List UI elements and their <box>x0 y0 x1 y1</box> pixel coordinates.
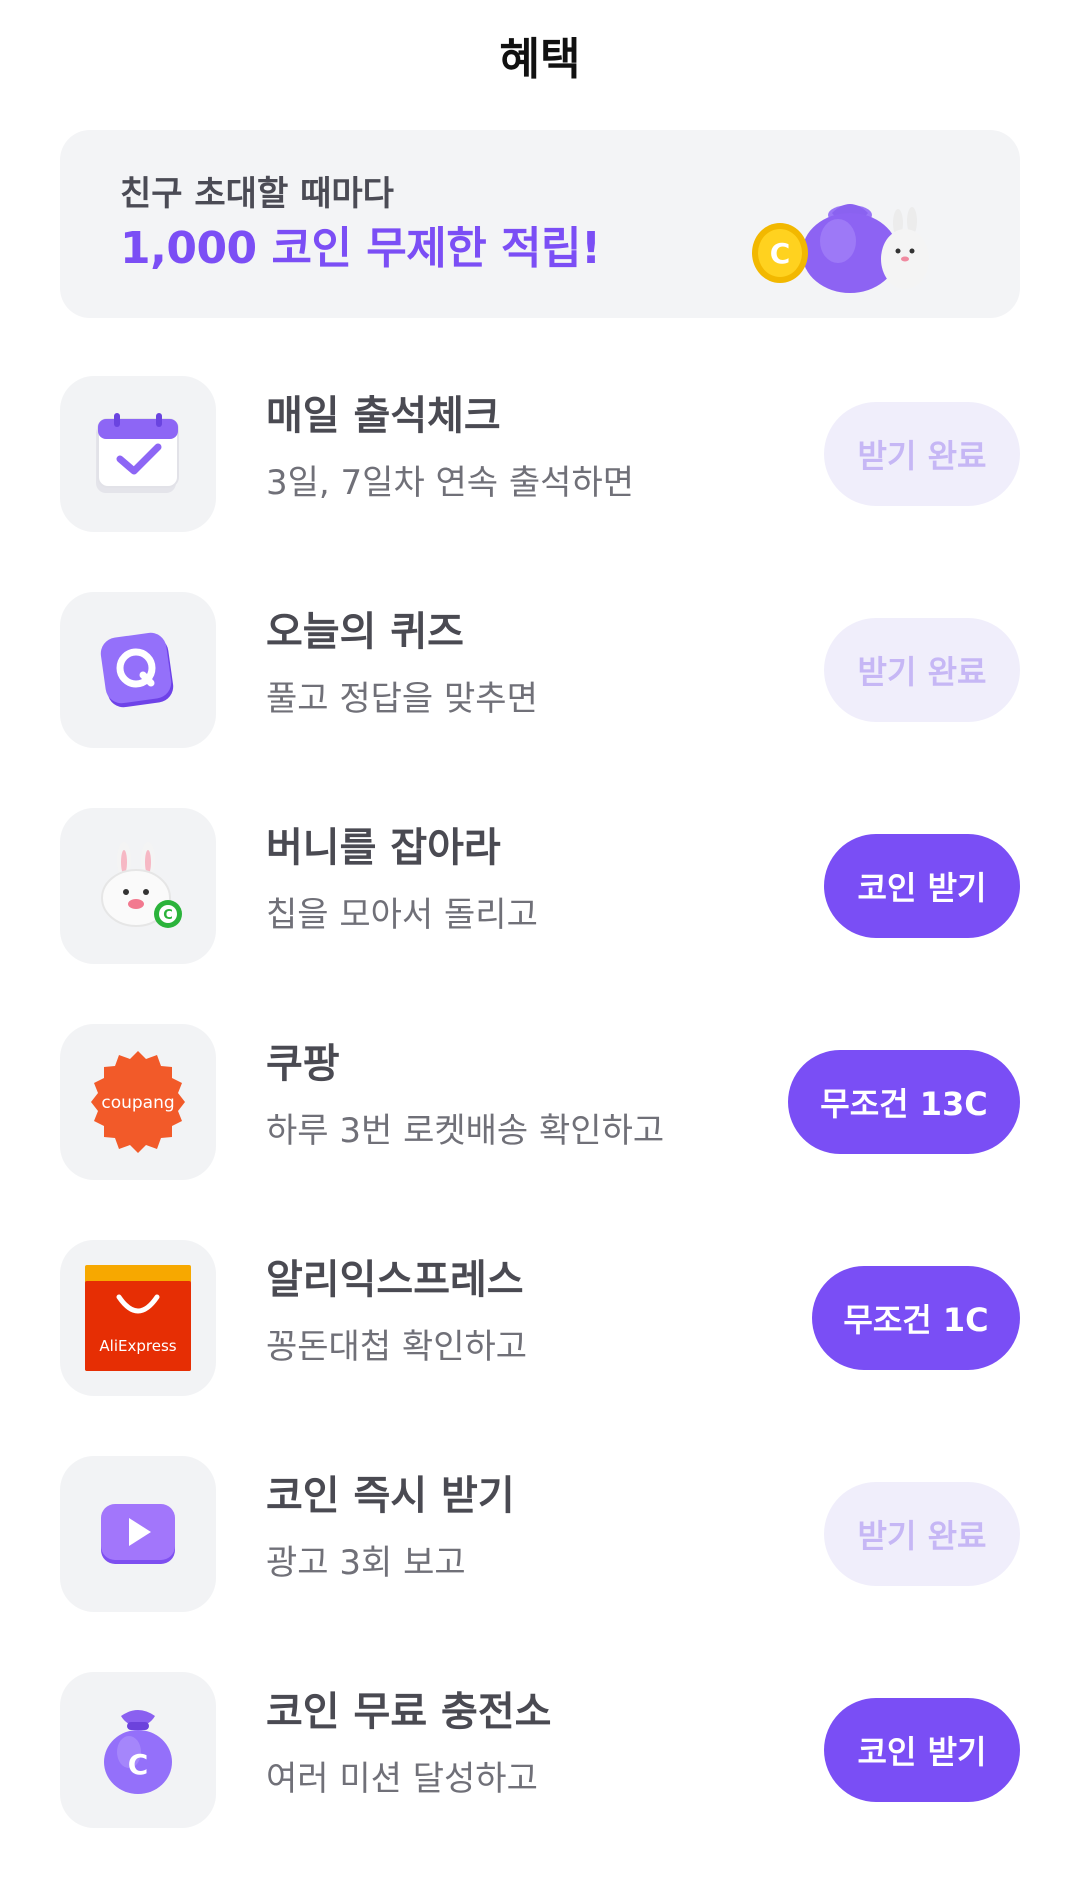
item-subtitle: 풀고 정답을 맞추면 <box>266 679 538 719</box>
aliexpress-logo-icon: AliExpress <box>60 1240 216 1396</box>
item-subtitle: 꽁돈대첩 확인하고 <box>266 1327 528 1367</box>
item-title: 매일 출석체크 <box>266 393 501 439</box>
item-title: 버니를 잡아라 <box>266 825 501 871</box>
item-subtitle: 칩을 모아서 돌리고 <box>266 895 538 935</box>
svg-text:C: C <box>770 237 791 270</box>
item-title: 코인 무료 충전소 <box>266 1689 552 1735</box>
item-subtitle: 광고 3회 보고 <box>266 1543 466 1583</box>
page-title: 혜택 <box>499 34 581 85</box>
coin-bag-icon: C <box>60 1672 216 1828</box>
header: 혜택 <box>0 0 1080 110</box>
aliexpress-reward-button[interactable]: 무조건 1C <box>812 1266 1020 1370</box>
ad-coin-claimed-button[interactable]: 받기 완료 <box>824 1482 1020 1586</box>
item-subtitle: 여러 미션 달성하고 <box>266 1759 538 1799</box>
svg-text:C: C <box>128 1748 149 1781</box>
coupang-logo-text: coupang <box>101 1093 174 1113</box>
svg-text:C: C <box>163 908 173 923</box>
list-item-bunny-game: C 버니를 잡아라 칩을 모아서 돌리고 코인 받기 <box>60 808 1020 964</box>
list-item-coin-charging: C 코인 무료 충전소 여러 미션 달성하고 코인 받기 <box>60 1672 1020 1828</box>
quiz-claimed-button[interactable]: 받기 완료 <box>824 618 1020 722</box>
quiz-q-icon <box>60 592 216 748</box>
benefit-list: 매일 출석체크 3일, 7일차 연속 출석하면 받기 완료 오늘의 퀴즈 풀고 … <box>60 376 1020 1888</box>
calendar-check-icon <box>60 376 216 532</box>
bunny-coin-receive-button[interactable]: 코인 받기 <box>824 834 1020 938</box>
item-title: 쿠팡 <box>266 1041 340 1087</box>
item-subtitle: 3일, 7일차 연속 출석하면 <box>266 463 635 503</box>
list-item-coupang: coupang 쿠팡 하루 3번 로켓배송 확인하고 무조건 13C <box>60 1024 1020 1180</box>
item-title: 알리익스프레스 <box>266 1257 524 1303</box>
invite-banner[interactable]: 친구 초대할 때마다 1,000 코인 무제한 적립! C <box>60 130 1020 318</box>
item-title: 오늘의 퀴즈 <box>266 609 464 655</box>
coupang-reward-button[interactable]: 무조건 13C <box>788 1050 1020 1154</box>
bunny-coin-icon: C <box>60 808 216 964</box>
coupang-logo-icon: coupang <box>60 1024 216 1180</box>
list-item-quiz: 오늘의 퀴즈 풀고 정답을 맞추면 받기 완료 <box>60 592 1020 748</box>
coin-bag-bunny-illustration: C <box>752 204 929 293</box>
list-item-attendance: 매일 출석체크 3일, 7일차 연속 출석하면 받기 완료 <box>60 376 1020 532</box>
coin-charging-receive-button[interactable]: 코인 받기 <box>824 1698 1020 1802</box>
item-title: 코인 즉시 받기 <box>266 1473 515 1519</box>
item-subtitle: 하루 3번 로켓배송 확인하고 <box>266 1111 665 1151</box>
list-item-ad-coin: 코인 즉시 받기 광고 3회 보고 받기 완료 <box>60 1456 1020 1612</box>
list-item-aliexpress: AliExpress 알리익스프레스 꽁돈대첩 확인하고 무조건 1C <box>60 1240 1020 1396</box>
video-play-icon <box>60 1456 216 1612</box>
attendance-claimed-button[interactable]: 받기 완료 <box>824 402 1020 506</box>
aliexpress-logo-text: AliExpress <box>99 1337 176 1355</box>
